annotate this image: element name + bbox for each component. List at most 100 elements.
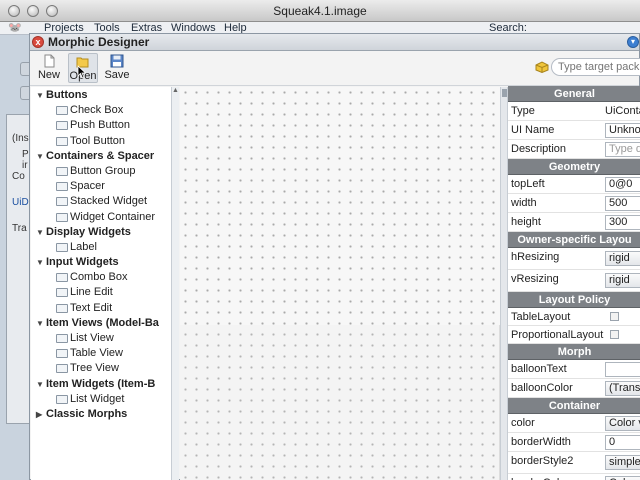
property-label: borderStyle2 bbox=[511, 455, 574, 467]
property-checkbox[interactable] bbox=[610, 330, 619, 339]
designer-titlebar[interactable]: x Morphic Designer ▾ bbox=[30, 34, 639, 51]
squeak-logo-icon[interactable]: 🐭 bbox=[8, 22, 26, 35]
widget-icon bbox=[56, 273, 68, 283]
expanded-arrow-icon[interactable]: ▼ bbox=[36, 88, 44, 103]
new-label: New bbox=[37, 69, 60, 81]
property-label: UI Name bbox=[511, 124, 555, 136]
tree-item[interactable]: List Widget bbox=[31, 392, 171, 407]
property-label: ProportionalLayout bbox=[511, 329, 604, 341]
property-field[interactable]: Unknow bbox=[605, 123, 640, 138]
os-window-title: Squeak4.1.image bbox=[273, 4, 367, 18]
property-label: TableLayout bbox=[511, 311, 571, 323]
property-section-header[interactable]: Layout Policy bbox=[508, 292, 640, 308]
tree-item[interactable]: Line Edit bbox=[31, 285, 171, 300]
widget-icon bbox=[56, 288, 68, 298]
tree-group[interactable]: ▼ Item Views (Model-Ba bbox=[31, 316, 171, 331]
property-section-header[interactable]: Morph bbox=[508, 344, 640, 360]
expanded-arrow-icon[interactable]: ▼ bbox=[36, 316, 44, 331]
tree-item[interactable]: Combo Box bbox=[31, 270, 171, 285]
tree-item-label: Button Group bbox=[70, 164, 136, 177]
property-row: width 500 bbox=[508, 194, 640, 213]
property-row: vResizing rigid bbox=[508, 270, 640, 292]
mouse-cursor-icon bbox=[77, 65, 87, 79]
tree-item[interactable]: Text Edit bbox=[31, 301, 171, 316]
tree-group[interactable]: ▼ Display Widgets bbox=[31, 225, 171, 240]
tree-item[interactable]: Label bbox=[31, 240, 171, 255]
close-icon[interactable]: x bbox=[32, 36, 44, 48]
tree-group[interactable]: ▼ Item Widgets (Item-B bbox=[31, 377, 171, 392]
property-field[interactable]: 500 bbox=[605, 196, 640, 211]
tree-group-label: Classic Morphs bbox=[46, 407, 128, 420]
tree-item[interactable]: Check Box bbox=[31, 103, 171, 118]
splitter-knob[interactable] bbox=[502, 89, 507, 97]
expanded-arrow-icon[interactable]: ▼ bbox=[36, 255, 44, 270]
property-section-header[interactable]: Container bbox=[508, 398, 640, 414]
property-row: balloonColor (Transp bbox=[508, 379, 640, 398]
tree-item[interactable]: Stacked Widget bbox=[31, 194, 171, 209]
tree-item-label: Label bbox=[70, 240, 97, 253]
property-checkbox[interactable] bbox=[610, 312, 619, 321]
tree-item[interactable]: Push Button bbox=[31, 118, 171, 133]
property-dropdown[interactable]: Color bbox=[605, 476, 640, 480]
widget-icon bbox=[56, 212, 68, 222]
property-row: Type UiConta bbox=[508, 102, 640, 121]
expanded-arrow-icon[interactable]: ▼ bbox=[36, 225, 44, 240]
panel-splitter[interactable] bbox=[500, 87, 508, 480]
property-field[interactable] bbox=[605, 362, 640, 377]
collapsed-arrow-icon[interactable]: ▶ bbox=[36, 407, 42, 422]
property-field[interactable]: 300 bbox=[605, 215, 640, 230]
property-field[interactable]: Type d bbox=[605, 142, 640, 157]
widget-icon bbox=[56, 197, 68, 207]
design-canvas[interactable] bbox=[180, 87, 500, 480]
tree-item-label: Check Box bbox=[70, 104, 124, 117]
os-titlebar: Squeak4.1.image bbox=[0, 0, 640, 22]
new-document-icon bbox=[44, 54, 55, 68]
widget-icon bbox=[56, 242, 68, 252]
property-dropdown[interactable]: simple bbox=[605, 455, 640, 470]
tree-scrollbar[interactable]: ▲ bbox=[171, 87, 179, 480]
background-text: ir bbox=[22, 160, 28, 171]
tree-group-label: Input Widgets bbox=[46, 256, 119, 269]
scroll-up-arrow-icon[interactable]: ▲ bbox=[172, 87, 179, 95]
tree-item[interactable]: Table View bbox=[31, 346, 171, 361]
property-section-header[interactable]: Geometry bbox=[508, 159, 640, 175]
tree-group[interactable]: ▶ Classic Morphs bbox=[31, 407, 171, 422]
tree-group-label: Buttons bbox=[46, 89, 88, 101]
tree-item-label: Table View bbox=[70, 347, 123, 360]
tree-group[interactable]: ▼ Input Widgets bbox=[31, 255, 171, 270]
property-label: balloonText bbox=[511, 363, 567, 375]
expanded-arrow-icon[interactable]: ▼ bbox=[36, 149, 44, 164]
tree-item[interactable]: Spacer bbox=[31, 179, 171, 194]
new-button[interactable]: New bbox=[34, 53, 64, 83]
target-package-input[interactable] bbox=[551, 58, 640, 76]
tree-item[interactable]: Widget Container bbox=[31, 210, 171, 225]
tree-group[interactable]: ▼ Containers & Spacer bbox=[31, 149, 171, 164]
tree-item[interactable]: Tree View bbox=[31, 361, 171, 376]
property-dropdown[interactable]: Color v bbox=[605, 416, 640, 431]
window-menu-icon[interactable]: ▾ bbox=[627, 36, 639, 48]
widget-icon bbox=[56, 349, 68, 359]
property-field[interactable]: 0@0 bbox=[605, 177, 640, 192]
property-dropdown[interactable]: rigid bbox=[605, 273, 640, 288]
tree-item-label: Line Edit bbox=[70, 286, 113, 299]
property-section-header[interactable]: Owner-specific Layou bbox=[508, 232, 640, 248]
save-button[interactable]: Save bbox=[102, 53, 132, 83]
background-text: (Ins bbox=[12, 133, 29, 144]
tree-item[interactable]: Button Group bbox=[31, 164, 171, 179]
expanded-arrow-icon[interactable]: ▼ bbox=[36, 377, 44, 392]
tree-item-label: Spacer bbox=[70, 180, 105, 193]
property-section-header[interactable]: General bbox=[508, 86, 640, 102]
tree-item[interactable]: Tool Button bbox=[31, 134, 171, 149]
widget-icon bbox=[56, 182, 68, 192]
property-dropdown[interactable]: rigid bbox=[605, 251, 640, 266]
property-label: color bbox=[511, 417, 535, 429]
design-surface[interactable] bbox=[180, 87, 500, 325]
property-field[interactable]: 0 bbox=[605, 435, 640, 450]
tree-item[interactable]: List View bbox=[31, 331, 171, 346]
property-dropdown[interactable]: (Transp bbox=[605, 381, 640, 396]
tree-item-label: Tool Button bbox=[70, 134, 126, 147]
property-label: Type bbox=[511, 105, 535, 117]
tree-group[interactable]: ▼ Buttons bbox=[31, 88, 171, 103]
tree-item-label: List Widget bbox=[70, 392, 125, 405]
background-text: Co bbox=[12, 171, 25, 182]
